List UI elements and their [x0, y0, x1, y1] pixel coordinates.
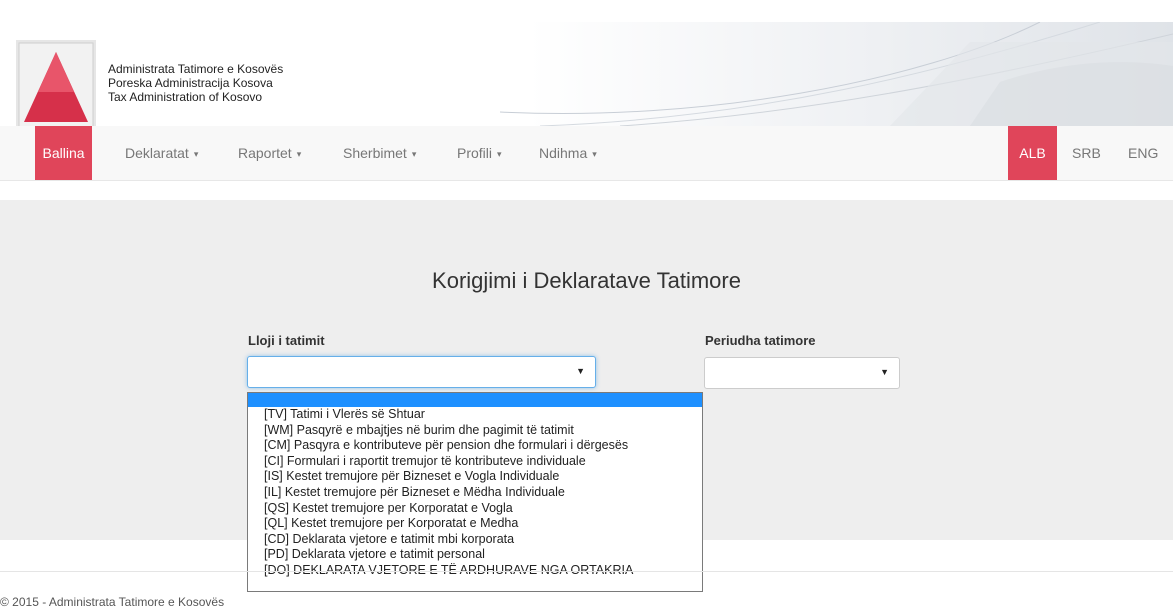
option-ql[interactable]: [QL] Kestet tremujore per Korporatat e M…: [248, 516, 702, 532]
site-header: Administrata Tatimore e Kosovës Poreska …: [0, 22, 1173, 126]
main-navbar: Ballina Deklaratat ▾ Raportet ▾ Sherbimet ▾…: [0, 126, 1173, 181]
lang-eng[interactable]: ENG: [1128, 126, 1158, 180]
option-cd[interactable]: [CD] Deklarata vjetore e tatimit mbi kor…: [248, 532, 702, 548]
caret-down-icon: ▾: [592, 149, 597, 159]
nav-deklaratat-label: Deklaratat: [125, 145, 189, 161]
header-background-art: [500, 22, 1173, 126]
caret-down-icon: ▾: [497, 149, 502, 159]
tax-type-select[interactable]: ▼: [247, 356, 596, 388]
lang-alb[interactable]: ALB: [1008, 126, 1057, 180]
lang-srb-label: SRB: [1072, 145, 1101, 161]
option-il[interactable]: [IL] Kestet tremujore për Bizneset e Mëd…: [248, 485, 702, 501]
caret-down-icon: ▾: [411, 149, 417, 159]
tax-admin-logo: [16, 40, 96, 126]
org-name-english: Tax Administration of Kosovo: [108, 90, 263, 104]
caret-down-icon: ▾: [193, 149, 199, 159]
lang-alb-label: ALB: [1019, 145, 1046, 161]
page-title: Korigjimi i Deklaratave Tatimore: [432, 268, 741, 293]
nav-profili-label: Profili: [457, 145, 493, 161]
tax-period-select[interactable]: ▼: [704, 357, 900, 389]
option-cm[interactable]: [CM] Pasqyra e kontributeve për pension …: [248, 438, 702, 454]
lang-eng-label: ENG: [1128, 145, 1159, 161]
tax-type-label: Lloji i tatimit: [248, 333, 325, 348]
nav-raportet[interactable]: Raportet ▾: [238, 126, 301, 180]
lang-srb[interactable]: SRB: [1072, 126, 1101, 180]
top-strip: [0, 0, 1173, 22]
tax-type-options-list: [TV] Tatimi i Vlerës së Shtuar [WM] Pasq…: [247, 392, 703, 592]
option-is[interactable]: [IS] Kestet tremujore për Bizneset e Vog…: [248, 469, 702, 485]
option-ci[interactable]: [CI] Formulari i raportit tremujor të ko…: [248, 454, 702, 470]
nav-ballina[interactable]: Ballina: [35, 126, 92, 180]
nav-deklaratat[interactable]: Deklaratat ▾: [125, 126, 198, 180]
caret-down-icon: ▾: [296, 149, 302, 159]
select-arrow-icon: ▼: [880, 367, 889, 377]
tax-period-label: Periudha tatimore: [705, 333, 816, 348]
organization-name: Administrata Tatimore e Kosovës Poreska …: [108, 62, 283, 104]
org-name-albanian: Administrata Tatimore e Kosovës: [108, 62, 284, 76]
footer-divider: [0, 571, 1173, 572]
footer-copyright: © 2015 - Administrata Tatimore e Kosovës: [0, 595, 225, 609]
nav-raportet-label: Raportet: [238, 145, 292, 161]
nav-ndihma[interactable]: Ndihma ▾: [539, 126, 597, 180]
option-qs[interactable]: [QS] Kestet tremujore per Korporatat e V…: [248, 501, 702, 517]
option-blank-highlighted[interactable]: [248, 393, 702, 407]
select-arrow-icon: ▼: [576, 366, 585, 376]
org-name-serbian: Poreska Administracija Kosova: [108, 76, 273, 90]
nav-sherbimet[interactable]: Sherbimet ▾: [343, 126, 416, 180]
option-pd[interactable]: [PD] Deklarata vjetore e tatimit persona…: [248, 547, 702, 563]
nav-ndihma-label: Ndihma: [539, 145, 588, 161]
nav-profili[interactable]: Profili ▾: [457, 126, 502, 180]
nav-ballina-label: Ballina: [42, 145, 85, 161]
option-wm[interactable]: [WM] Pasqyrë e mbajtjes në burim dhe pag…: [248, 423, 702, 439]
option-tv[interactable]: [TV] Tatimi i Vlerës së Shtuar: [248, 407, 702, 423]
nav-sherbimet-label: Sherbimet: [343, 145, 407, 161]
